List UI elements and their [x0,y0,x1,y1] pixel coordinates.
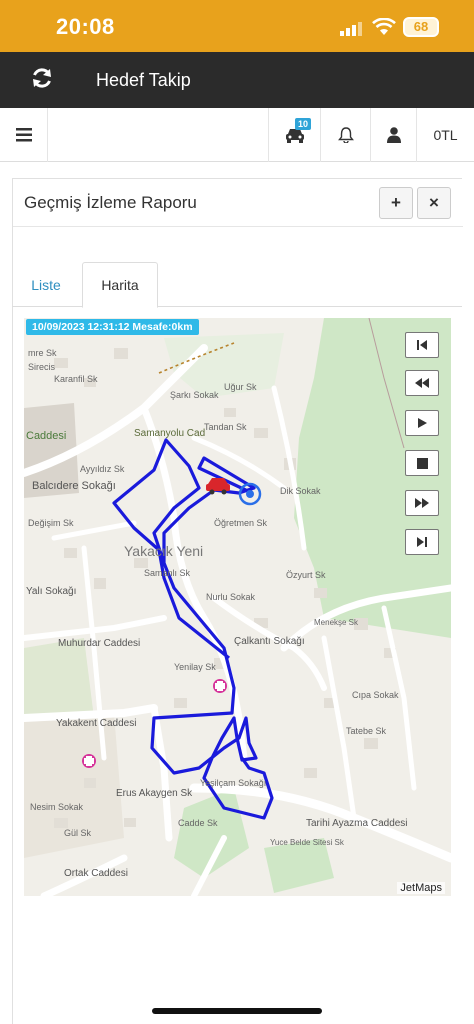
home-indicator [152,1008,322,1014]
fast-forward-button[interactable] [405,490,439,516]
map-label: Dik Sokak [280,486,321,496]
tab-harita[interactable]: Harita [82,262,158,308]
map-label: Samanlı Sk [144,568,191,578]
map-label: Tandan Sk [204,422,247,432]
map-credit: JetMaps [397,882,445,894]
refresh-icon[interactable] [30,66,54,90]
map-label: Özyurt Sk [286,570,326,580]
map-label: Muhurdar Caddesi [58,638,141,649]
user-icon [386,127,401,143]
tab-liste[interactable]: Liste [12,262,80,307]
map-label: Çalkantı Sokağı [234,636,305,647]
notifications-button[interactable] [320,108,370,162]
top-toolbar: 10 0TL [0,108,474,162]
skip-end-icon [417,537,427,547]
vehicle-count-badge: 10 [295,118,312,130]
start-marker-dot [246,490,254,498]
stop-button[interactable] [405,450,439,476]
vehicles-button[interactable]: 10 [268,108,320,162]
menu-button[interactable] [0,108,48,162]
balance-display[interactable]: 0TL [416,108,474,162]
map-label: Şarkı Sokak [170,390,219,400]
play-icon [418,418,427,428]
map-label: Değişim Sk [28,518,74,528]
map-label: Uğur Sk [224,382,257,392]
rewind-icon [415,378,429,388]
map-label: Öğretmen Sk [214,518,268,528]
hospital-icon [82,754,96,768]
play-button[interactable] [405,410,439,436]
skip-start-icon [417,340,427,350]
profile-button[interactable] [370,108,416,162]
status-time: 20:08 [56,14,115,39]
map-label: Yakakent Caddesi [56,718,137,729]
status-bar: 20:08 68 [0,0,474,52]
battery-level: 68 [413,19,429,34]
map-label: Erus Akaygen Sk [116,788,193,799]
map-label: Tarihi Ayazma Caddesi [306,818,408,829]
signal-icon [340,22,362,36]
map-label: Cıpa Sokak [352,690,399,700]
map-label: Nesim Sokak [30,802,84,812]
map-label: Yalı Sokağı [26,586,77,597]
add-button[interactable]: + [379,187,413,219]
map-label: Ortak Caddesi [64,868,128,879]
map-label: Caddesi [26,430,67,442]
map-label: Nurlu Sokak [206,592,256,602]
map-label: Samanyolu Cad [134,428,206,439]
map-label: Menekşe Sk [314,618,359,627]
panel-header: Geçmiş İzleme Raporu + × [13,179,463,227]
wifi-icon [372,18,396,35]
app-bar: Hedef Takip [0,52,474,108]
hamburger-icon [15,128,32,142]
map-label: mre Sk [28,348,57,358]
playback-info: 10/09/2023 12:31:12 Mesafe:0km [26,319,199,335]
stop-icon [416,457,428,469]
map-label: Gül Sk [64,828,92,838]
app-title: Hedef Takip [96,70,191,90]
map-label: Yeşilçam Sokağı [200,778,267,788]
map-canvas[interactable] [24,318,451,896]
rewind-button[interactable] [405,370,439,396]
fast-forward-icon [415,498,429,508]
map-label: Balcıdere Sokağı [32,480,116,492]
map-label: Karanfil Sk [54,374,98,384]
first-button[interactable] [405,332,439,358]
last-button[interactable] [405,529,439,555]
bell-icon [337,127,354,143]
map-label: Yuce Belde Sitesi Sk [270,838,344,847]
map-label: Ayyıldız Sk [80,464,125,474]
map-label: Yakacık Yeni [124,543,204,559]
map-label: Yenilay Sk [174,662,216,672]
map-label: Tatebe Sk [346,726,387,736]
tab-bar: Liste Harita [12,262,462,308]
route-map[interactable]: mre Sk Sirecis Karanfil Sk Caddesi Balcı… [24,318,451,896]
close-button[interactable]: × [417,187,451,219]
map-label: Sirecis [28,362,56,372]
page-title: Geçmiş İzleme Raporu [24,193,197,212]
battery-icon: 68 [403,17,439,37]
map-label: Cadde Sk [178,818,218,828]
hospital-icon [213,679,227,693]
